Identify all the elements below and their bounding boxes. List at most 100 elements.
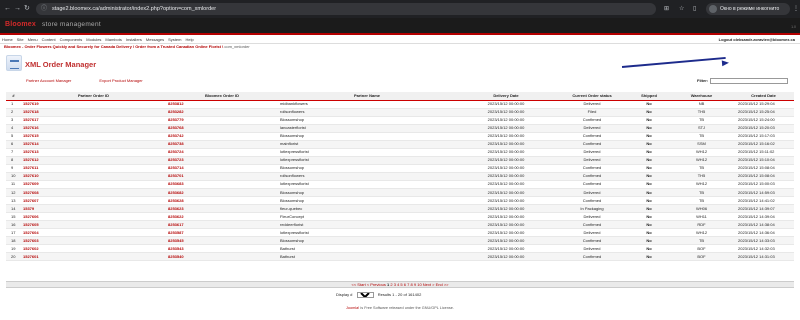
page-link[interactable]: 2 (390, 282, 392, 287)
bloomex-order-id-link[interactable]: 8253543 (166, 244, 278, 254)
page-link[interactable]: 6 (404, 282, 406, 287)
partner-order-id-link[interactable]: 1527610 (21, 172, 166, 181)
created-date: 2023/15/12 14:59:03 (733, 188, 794, 198)
partner-name: lotlexpressflorist (278, 228, 456, 238)
column-header[interactable]: # (6, 92, 21, 101)
partner-order-id-link[interactable]: 1527602 (21, 244, 166, 254)
column-header[interactable]: Created Date (733, 92, 794, 101)
column-header[interactable]: Partner Order ID (21, 92, 166, 101)
column-header[interactable]: Warehouse (670, 92, 733, 101)
table-row: 1 1527619 8253812 midbankflowers 2023/15/12 … (6, 100, 794, 109)
bloomex-order-id-link[interactable]: 8253282 (166, 108, 278, 117)
bloomex-order-id-link[interactable]: 8253683 (166, 180, 278, 190)
bloomex-order-id-link[interactable]: 8253714 (166, 164, 278, 173)
pagination-end[interactable]: End >> (436, 282, 449, 287)
page-link[interactable]: 10 (417, 282, 421, 287)
reload-icon[interactable]: ↻ (24, 5, 30, 13)
joomla-link[interactable]: Joomla! (346, 306, 359, 310)
bloomex-order-id-link[interactable]: 8253622 (166, 212, 278, 222)
breadcrumb-item[interactable]: Bloomex - Order Flowers Quickly and Secu… (4, 44, 132, 49)
side-panel-icon[interactable]: ▯ (693, 5, 696, 13)
bloomex-order-id-link[interactable]: 8253742 (166, 132, 278, 141)
partner-order-id-link[interactable]: 1527606 (21, 212, 166, 222)
bloomex-order-id-link[interactable]: 8253812 (166, 100, 278, 109)
filter-input[interactable] (710, 78, 788, 84)
partner-order-id-link[interactable]: 1527613 (21, 148, 166, 157)
bloomex-order-id-link[interactable]: 8253682 (166, 188, 278, 198)
page-link[interactable]: 4 (397, 282, 399, 287)
bloomex-order-id-link[interactable]: 8253768 (166, 124, 278, 133)
menu-item[interactable]: Content (42, 38, 56, 42)
column-header[interactable]: Bloomex Order ID (166, 92, 278, 101)
display-count-select[interactable]: 20 (356, 292, 374, 298)
partner-order-id-link[interactable]: 1527608 (21, 188, 166, 198)
partner-order-id-link[interactable]: 1527603 (21, 236, 166, 246)
bookmark-star-icon[interactable]: ☆ (679, 5, 684, 13)
breadcrumb-item[interactable]: Order from a Trusted Canadian Online Flo… (135, 44, 221, 49)
page-link[interactable]: 9 (414, 282, 416, 287)
forward-icon[interactable]: → (14, 5, 21, 13)
page-link[interactable]: 5 (400, 282, 402, 287)
logout-link[interactable]: Logout oleksandr.zoraviev@bloomex.ca (719, 38, 795, 42)
partner-order-id-link[interactable]: 1527616 (21, 124, 166, 133)
partner-order-id-link[interactable]: 1527604 (21, 228, 166, 238)
pagination-prev[interactable]: < Previous (367, 282, 386, 287)
pagination-next[interactable]: Next > (423, 282, 435, 287)
menu-item[interactable]: System (168, 38, 181, 42)
column-header[interactable]: Shipped (628, 92, 670, 101)
column-header[interactable]: Partner Name (278, 92, 456, 101)
bloomex-order-id-link[interactable]: 8253545 (166, 236, 278, 246)
bloomex-order-id-link[interactable]: 8253540 (166, 252, 278, 262)
partner-order-id-link[interactable]: 1527607 (21, 196, 166, 206)
menu-item[interactable]: Installers (126, 38, 142, 42)
partner-order-id-link[interactable]: 1527619 (21, 100, 166, 109)
menu-item[interactable]: Menu (28, 38, 38, 42)
bloomex-order-id-link[interactable]: 8253701 (166, 172, 278, 181)
page-link[interactable]: 8 (411, 282, 413, 287)
menu-item[interactable]: Components (60, 38, 83, 42)
page-link[interactable]: 3 (394, 282, 396, 287)
column-header[interactable]: Current Order status (556, 92, 628, 101)
partner-order-id-link[interactable]: 1527615 (21, 132, 166, 141)
menu-item[interactable]: Help (185, 38, 193, 42)
bloomex-order-id-link[interactable]: 8253723 (166, 156, 278, 165)
menu-item[interactable]: Modules (86, 38, 101, 42)
bloomex-order-id-link[interactable]: 8253617 (166, 220, 278, 230)
bloomex-order-id-link[interactable]: 8253587 (166, 228, 278, 238)
order-status: Confirmed (556, 220, 628, 230)
pagination-start[interactable]: << Start (351, 282, 365, 287)
shipped-flag: No (628, 156, 670, 165)
partner-order-id-link[interactable]: 1527609 (21, 180, 166, 190)
incognito-profile-button[interactable]: Окно в режиме инкогнито (706, 3, 790, 15)
partner-order-id-link[interactable]: 1527618 (21, 108, 166, 117)
bloomex-order-id-link[interactable]: 8253628 (166, 196, 278, 206)
column-header[interactable]: Delivery Date (456, 92, 556, 101)
delivery-date: 2023/15/12 00:00:00 (456, 212, 556, 222)
menu-item[interactable]: Home (2, 38, 13, 42)
menu-item[interactable]: Site (17, 38, 24, 42)
browser-menu-icon[interactable]: ⋮ (793, 5, 799, 13)
shipped-flag: No (628, 180, 670, 190)
partner-order-id-link[interactable]: 1527612 (21, 156, 166, 165)
bloomex-order-id-link[interactable]: 8253779 (166, 116, 278, 125)
menu-item[interactable]: Mambots (105, 38, 121, 42)
partner-order-id-link[interactable]: 1527605 (21, 220, 166, 230)
menu-item[interactable]: Messages (146, 38, 164, 42)
partner-order-id-link[interactable]: 1527601 (21, 252, 166, 262)
address-bar[interactable]: ⓘ stage2.bloomex.ca/administrator/index2… (36, 3, 656, 15)
bloomex-order-id-link[interactable]: 8253738 (166, 140, 278, 149)
partner-order-id-link[interactable]: 1527614 (21, 140, 166, 149)
site-info-icon[interactable]: ⓘ (41, 3, 47, 15)
back-icon[interactable]: ← (4, 5, 11, 13)
bloomex-order-id-link[interactable]: 8253724 (166, 148, 278, 157)
translate-icon[interactable]: ⊞ (664, 5, 669, 13)
partner-order-id-link[interactable]: 1527611 (21, 164, 166, 173)
partner-account-manager-link[interactable]: Partner Account Manager (26, 79, 71, 83)
page-link[interactable]: 7 (407, 282, 409, 287)
partner-order-id-link[interactable]: 1527617 (21, 116, 166, 125)
partner-name: Bathurst (278, 244, 456, 254)
bloomex-order-id-link[interactable]: 8253623 (166, 204, 278, 214)
partner-order-id-link[interactable]: 15379 (21, 204, 166, 214)
warehouse: WH12 (670, 228, 733, 238)
export-product-manager-link[interactable]: Export Product Manager (99, 79, 142, 83)
